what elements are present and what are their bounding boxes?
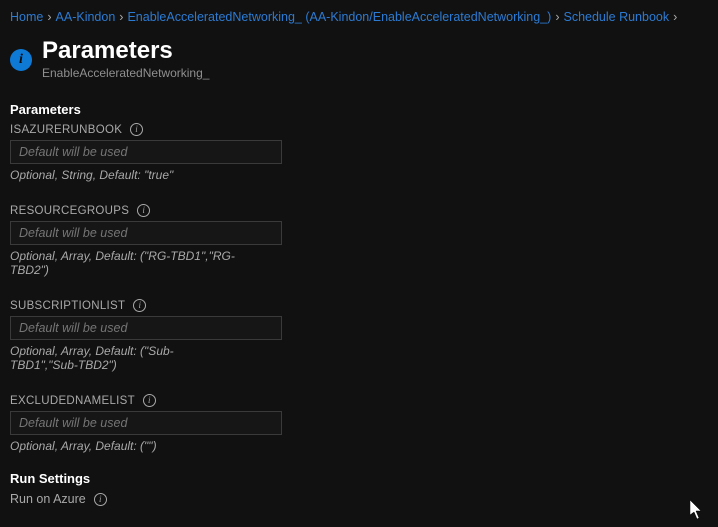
breadcrumb-item-runbook[interactable]: EnableAcceleratedNetworking_ (AA-Kindon/… — [127, 8, 551, 27]
chevron-right-icon: › — [555, 8, 559, 27]
section-heading-parameters: Parameters — [10, 102, 708, 117]
breadcrumb: Home › AA-Kindon › EnableAcceleratedNetw… — [10, 8, 708, 27]
field-label: RESOURCEGROUPS — [10, 205, 129, 217]
field-excludednamelist: EXCLUDEDNAMELIST i Optional, Array, Defa… — [10, 394, 708, 453]
field-label: SUBSCRIPTIONLIST — [10, 300, 125, 312]
info-icon[interactable]: i — [137, 204, 150, 217]
chevron-right-icon: › — [119, 8, 123, 27]
chevron-right-icon: › — [47, 8, 51, 27]
run-mode-label: Run on Azure — [10, 492, 86, 506]
breadcrumb-item-account[interactable]: AA-Kindon — [56, 8, 116, 27]
field-label: ISAZURERUNBOOK — [10, 124, 122, 136]
breadcrumb-item-home[interactable]: Home — [10, 8, 43, 27]
page-subtitle: EnableAcceleratedNetworking_ — [42, 66, 209, 80]
info-icon[interactable]: i — [130, 123, 143, 136]
info-icon[interactable]: i — [143, 394, 156, 407]
field-help: Optional, Array, Default: ("Sub-TBD1","S… — [10, 344, 240, 372]
run-on-azure-row: Run on Azure i — [10, 492, 708, 506]
info-icon[interactable]: i — [94, 493, 107, 506]
field-label: EXCLUDEDNAMELIST — [10, 395, 135, 407]
section-heading-run-settings: Run Settings — [10, 471, 708, 486]
subscriptionlist-input[interactable] — [10, 316, 282, 340]
excludednamelist-input[interactable] — [10, 411, 282, 435]
field-subscriptionlist: SUBSCRIPTIONLIST i Optional, Array, Defa… — [10, 299, 708, 372]
resourcegroups-input[interactable] — [10, 221, 282, 245]
field-help: Optional, Array, Default: ("") — [10, 439, 240, 453]
field-isazurerunbook: ISAZURERUNBOOK i Optional, String, Defau… — [10, 123, 708, 182]
field-help: Optional, String, Default: "true" — [10, 168, 240, 182]
info-icon: i — [10, 49, 32, 71]
isazurerunbook-input[interactable] — [10, 140, 282, 164]
page-title: Parameters — [42, 37, 209, 65]
chevron-right-icon: › — [673, 8, 677, 27]
info-icon[interactable]: i — [133, 299, 146, 312]
breadcrumb-item-schedule[interactable]: Schedule Runbook — [563, 8, 669, 27]
field-resourcegroups: RESOURCEGROUPS i Optional, Array, Defaul… — [10, 204, 708, 277]
field-help: Optional, Array, Default: ("RG-TBD1","RG… — [10, 249, 240, 277]
